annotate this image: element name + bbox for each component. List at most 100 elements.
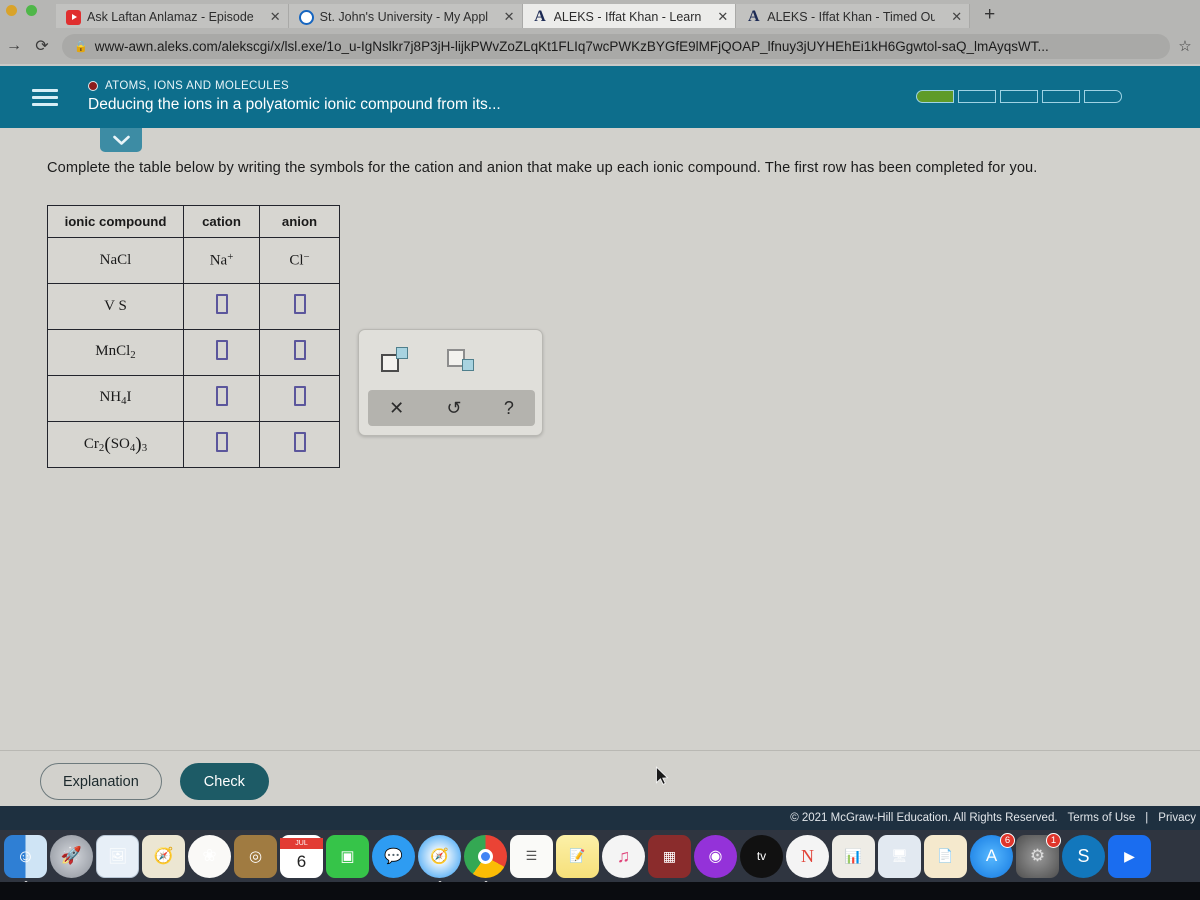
dock-item-music[interactable]: ♫ xyxy=(602,834,645,878)
dock-item-preview[interactable]: 🖼 xyxy=(96,834,139,878)
clear-icon[interactable]: ✕ xyxy=(381,398,412,419)
cation-input-2[interactable] xyxy=(183,329,260,376)
dock-item-podcasts[interactable]: ◉ xyxy=(694,834,737,878)
browser-tab-2[interactable]: A ALEKS - Iffat Khan - Learn ✕ xyxy=(522,4,737,30)
explanation-button[interactable]: Explanation xyxy=(40,763,162,800)
dock-item-finder[interactable]: ☺ xyxy=(4,834,47,884)
privacy-link[interactable]: Privacy xyxy=(1158,812,1196,824)
empty-answer-box[interactable] xyxy=(215,432,228,452)
collapse-chevron-icon[interactable] xyxy=(100,128,142,152)
ionic-compound-table: ionic compound cation anion NaCl Na+ Cl−… xyxy=(47,205,340,468)
cation-input-4[interactable] xyxy=(183,421,260,468)
bookmark-star-icon[interactable]: ☆ xyxy=(1170,37,1200,55)
empty-answer-box[interactable] xyxy=(293,432,306,452)
empty-answer-box[interactable] xyxy=(215,386,228,406)
undo-icon[interactable]: ↺ xyxy=(438,398,469,419)
calendar-day-label: 6 xyxy=(296,851,307,871)
palette-symbol-row xyxy=(359,330,542,390)
table-row: MnCl2 xyxy=(47,329,340,376)
empty-answer-box[interactable] xyxy=(293,386,306,406)
table-body: NaCl Na+ Cl− V S MnCl2 NH4I Cr2(SO4)3 xyxy=(47,237,340,468)
instruction-text: Complete the table below by writing the … xyxy=(47,160,1038,176)
dock-item-maps[interactable]: 🧭 xyxy=(142,834,185,878)
terms-of-use-link[interactable]: Terms of Use xyxy=(1068,812,1136,824)
empty-answer-box[interactable] xyxy=(215,340,228,360)
header-kicker-label: ATOMS, IONS AND MOLECULES xyxy=(105,80,290,92)
pinwheel-icon: ❀ xyxy=(202,846,217,865)
dock-item-system-preferences[interactable]: ⚙ 1 xyxy=(1016,832,1061,878)
browser-tab-0[interactable]: Ask Laftan Anlamaz - Episode ✕ xyxy=(56,4,289,30)
superscript-icon[interactable] xyxy=(381,347,411,373)
help-icon[interactable]: ? xyxy=(496,398,522,419)
dock-item-skype[interactable]: S xyxy=(1062,834,1105,878)
dock-item-app-store[interactable]: A 6 xyxy=(970,832,1015,878)
forward-arrow-icon[interactable]: → xyxy=(0,37,28,55)
presentation-icon: 🖥 xyxy=(891,848,908,863)
empty-answer-box[interactable] xyxy=(215,294,228,314)
question-page: Complete the table below by writing the … xyxy=(0,128,1200,750)
skype-icon: S xyxy=(1077,845,1090,866)
browser-tab-strip: Ask Laftan Anlamaz - Episode ✕ St. John'… xyxy=(0,0,1200,30)
anion-input-3[interactable] xyxy=(259,375,340,422)
dock-item-calendar[interactable]: JUL 6 xyxy=(280,834,323,878)
dock-item-notes[interactable]: 📝 xyxy=(556,834,599,878)
dock-item-pages[interactable]: 📄 xyxy=(924,834,967,878)
anion-input-1[interactable] xyxy=(259,283,340,330)
page-title: Deducing the ions in a polyatomic ionic … xyxy=(88,96,501,113)
window-traffic-lights xyxy=(6,5,37,16)
dock-item-launchpad[interactable]: 🚀 xyxy=(50,834,93,878)
close-tab-3-icon[interactable]: ✕ xyxy=(951,9,962,25)
cation-input-1[interactable] xyxy=(183,283,260,330)
list-icon: ☰ xyxy=(525,848,538,863)
dock-item-photo-booth[interactable]: ▦ xyxy=(648,834,691,878)
minimize-button[interactable] xyxy=(6,5,17,16)
dock-item-messages[interactable]: 💬 xyxy=(372,834,415,878)
close-tab-0-icon[interactable]: ✕ xyxy=(270,9,281,25)
browser-tab-1[interactable]: St. John's University - My Appl ✕ xyxy=(288,4,523,30)
check-button[interactable]: Check xyxy=(179,763,269,800)
cell-anion-0: Cl− xyxy=(259,237,340,284)
dock-item-contacts[interactable]: ◎ xyxy=(234,834,277,878)
topic-dot-icon xyxy=(88,81,98,91)
macos-dock: ☺ 🚀 🖼 🧭 ❀ ◎ JUL 6 ▣ 💬 🧭 ☰ 📝 ♫ ▦ ◉ tv N 📊… xyxy=(0,830,1200,884)
maximize-button[interactable] xyxy=(26,5,37,16)
chrome-icon xyxy=(478,848,493,864)
table-row: NaCl Na+ Cl− xyxy=(47,237,340,284)
subscript-icon[interactable] xyxy=(447,347,477,373)
col-header-compound: ionic compound xyxy=(47,205,184,238)
dock-item-news[interactable]: N xyxy=(786,834,829,878)
dock-item-apple-tv[interactable]: tv xyxy=(740,834,783,878)
gear-icon: ⚙ xyxy=(1029,846,1046,865)
dock-item-chrome[interactable] xyxy=(464,834,507,884)
podcast-icon: ◉ xyxy=(708,848,723,865)
hamburger-menu-icon[interactable] xyxy=(32,88,58,106)
new-tab-button[interactable]: + xyxy=(970,4,1009,26)
music-note-icon: ♫ xyxy=(616,845,631,866)
palette-action-row: ✕ ↺ ? xyxy=(368,390,535,426)
speech-bubble-icon: 💬 xyxy=(384,848,403,865)
dock-item-reminders[interactable]: ☰ xyxy=(510,834,553,878)
dock-item-keynote[interactable]: 🖥 xyxy=(878,834,921,878)
anion-input-4[interactable] xyxy=(259,421,340,468)
anion-input-2[interactable] xyxy=(259,329,340,376)
address-input[interactable]: 🔒 www-awn.aleks.com/alekscgi/x/lsl.exe/1… xyxy=(62,33,1170,59)
action-bar: Explanation Check xyxy=(0,750,1200,812)
empty-answer-box[interactable] xyxy=(293,294,306,314)
chevron-down-glyph xyxy=(112,135,130,145)
reload-icon[interactable]: ⟳ xyxy=(28,36,56,56)
dock-item-facetime[interactable]: ▣ xyxy=(326,834,369,878)
cation-input-3[interactable] xyxy=(183,375,260,422)
dock-item-numbers[interactable]: 📊 xyxy=(832,834,875,878)
empty-answer-box[interactable] xyxy=(293,340,306,360)
dock-item-photos[interactable]: ❀ xyxy=(188,834,231,878)
dock-item-zoom[interactable]: ▶ xyxy=(1108,834,1151,878)
cell-compound-3: NH4I xyxy=(47,375,184,422)
close-tab-2-icon[interactable]: ✕ xyxy=(717,9,728,25)
browser-tab-3[interactable]: A ALEKS - Iffat Khan - Timed Out ✕ xyxy=(736,4,971,30)
subscript-index-square xyxy=(462,359,474,371)
progress-segment-1 xyxy=(916,90,954,103)
desktop-bottom-strip xyxy=(0,882,1200,900)
progress-segment-5 xyxy=(1084,90,1122,103)
dock-item-safari[interactable]: 🧭 xyxy=(418,834,461,884)
close-tab-1-icon[interactable]: ✕ xyxy=(504,9,515,25)
